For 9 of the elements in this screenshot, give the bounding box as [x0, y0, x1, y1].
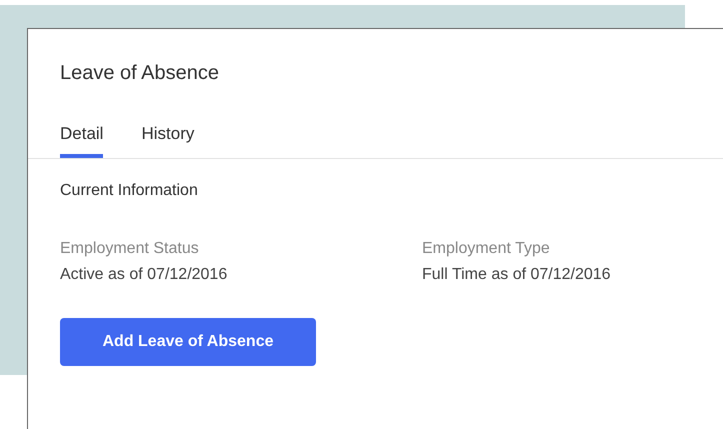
field-label: Employment Status: [60, 240, 200, 258]
field-label: Employment Type: [422, 240, 551, 258]
add-leave-button[interactable]: Add Leave of Absence: [60, 318, 316, 366]
section-title: Current Information: [60, 182, 199, 200]
field-value: Full Time as of 07/12/2016: [422, 266, 612, 284]
tab[interactable]: History: [141, 123, 194, 158]
field-value: Active as of 07/12/2016: [60, 266, 228, 284]
tab[interactable]: Detail: [60, 123, 104, 158]
card-title: Leave of Absence: [59, 61, 220, 86]
